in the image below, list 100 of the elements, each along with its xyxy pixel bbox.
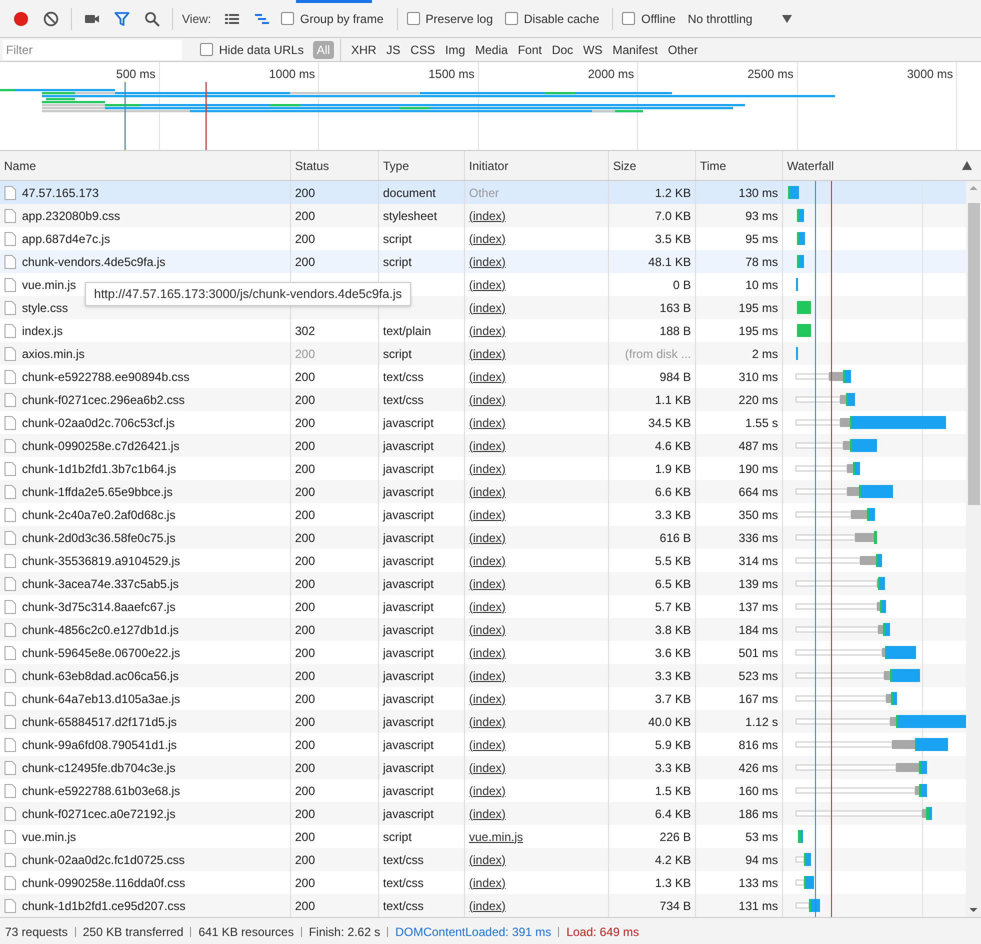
status-code: 200 [295, 462, 316, 476]
status-text: Load: 649 ms [566, 924, 640, 938]
status-code: 200 [295, 232, 316, 246]
size-value: 34.5 KB [648, 416, 691, 430]
status-code: 200 [295, 600, 316, 614]
time-value: 139 ms [738, 576, 778, 590]
file-name: chunk-0990258e.116dda0f.css [22, 876, 186, 890]
resource-type: javascript [383, 484, 434, 498]
file-name: style.css [22, 300, 68, 314]
resource-type: javascript [383, 714, 434, 728]
size-value: 163 B [660, 300, 691, 314]
status-code: 200 [295, 370, 316, 384]
file-name: chunk-f0271cec.296ea6b2.css [22, 392, 185, 406]
time-value: 130 ms [738, 186, 778, 200]
time-tick-label: 1000 ms [268, 66, 316, 81]
time-tick-label: 3000 ms [906, 66, 954, 81]
time-value: 95 ms [745, 232, 778, 246]
url-tooltip: http://47.57.165.173:3000/js/chunk-vendors.4de5c9fa.js [85, 282, 411, 306]
resource-type: text/css [383, 392, 424, 406]
status-code: 200 [295, 830, 316, 844]
time-value: 501 ms [738, 646, 778, 660]
size-value: (from disk ... [624, 346, 691, 360]
size-value: 1.3 KB [654, 876, 691, 890]
size-value: 1.2 KB [654, 186, 691, 200]
status-text: 641 KB resources [198, 924, 294, 938]
resource-type: javascript [383, 646, 434, 660]
size-value: 1.5 KB [654, 784, 691, 798]
resource-type: javascript [383, 692, 434, 706]
file-name: chunk-99a6fd08.790541d1.js [22, 738, 177, 752]
status-code: 200 [295, 438, 316, 452]
status-code: 200 [295, 668, 316, 682]
time-value: 186 ms [738, 806, 778, 820]
time-value: 1.55 s [745, 416, 778, 430]
status-text: 250 KB transferred [82, 924, 184, 938]
file-name: 47.57.165.173 [22, 186, 99, 200]
resource-type: javascript [383, 668, 434, 682]
time-value: 78 ms [745, 254, 778, 268]
size-value: 4.2 KB [654, 852, 691, 866]
size-value: 616 B [660, 530, 691, 544]
resource-type: javascript [383, 554, 434, 568]
file-name: chunk-02aa0d2c.706c53cf.js [22, 416, 175, 430]
file-name: chunk-1ffda2e5.65e9bbce.js [22, 484, 173, 498]
size-value: 3.5 KB [654, 232, 691, 246]
status-code: 200 [295, 254, 316, 268]
status-code: 200 [295, 714, 316, 728]
time-value: 310 ms [738, 370, 778, 384]
time-value: 94 ms [745, 852, 778, 866]
file-name: chunk-f0271cec.a0e72192.js [22, 806, 176, 820]
status-code: 200 [295, 784, 316, 798]
size-value: 40.0 KB [648, 714, 691, 728]
file-name: chunk-35536819.a9104529.js [22, 554, 180, 568]
status-code: 200 [295, 416, 316, 430]
resource-type: script [383, 346, 412, 360]
status-code: 200 [295, 208, 316, 222]
size-value: 3.3 KB [654, 508, 691, 522]
resource-type: javascript [383, 576, 434, 590]
time-value: 160 ms [738, 784, 778, 798]
resource-type: javascript [383, 784, 434, 798]
file-name: app.687d4e7c.js [22, 232, 110, 246]
status-code: 200 [295, 186, 316, 200]
resource-type: javascript [383, 600, 434, 614]
size-value: 7.0 KB [654, 208, 691, 222]
file-name: chunk-1d1b2fd1.ce95d207.css [22, 898, 186, 912]
time-value: 350 ms [738, 508, 778, 522]
time-value: 1.12 s [745, 714, 778, 728]
status-code: 200 [295, 806, 316, 820]
size-value: 6.5 KB [654, 576, 691, 590]
time-value: 167 ms [738, 692, 778, 706]
status-code: 200 [295, 622, 316, 636]
file-name: chunk-c12495fe.db704c3e.js [22, 760, 176, 774]
status-code: 200 [295, 554, 316, 568]
resource-type: javascript [383, 438, 434, 452]
resource-type: javascript [383, 806, 434, 820]
resource-type: javascript [383, 760, 434, 774]
status-text: 73 requests [5, 924, 68, 938]
size-value: 4.6 KB [654, 438, 691, 452]
resource-type: stylesheet [383, 208, 438, 222]
initiator-text: Other [469, 186, 500, 200]
status-code: 200 [295, 346, 316, 360]
size-value: 48.1 KB [648, 254, 691, 268]
resource-type: script [383, 830, 412, 844]
resource-type: script [383, 254, 412, 268]
resource-type: text/css [383, 898, 424, 912]
status-code: 200 [295, 484, 316, 498]
size-value: 6.6 KB [654, 484, 691, 498]
time-value: 314 ms [738, 554, 778, 568]
file-name: chunk-e5922788.ee90894b.css [22, 370, 190, 384]
file-name: chunk-1d1b2fd1.3b7c1b64.js [22, 462, 176, 476]
size-value: 5.5 KB [654, 554, 691, 568]
file-name: chunk-2c40a7e0.2af0d68c.js [22, 508, 176, 522]
file-name: chunk-63eb8dad.ac06ca56.js [22, 668, 179, 682]
file-name: chunk-64a7eb13.d105a3ae.js [22, 692, 180, 706]
time-value: 816 ms [738, 738, 778, 752]
status-code: 200 [295, 852, 316, 866]
time-value: 426 ms [738, 760, 778, 774]
resource-type: text/css [383, 370, 424, 384]
status-code: 200 [295, 692, 316, 706]
resource-type: javascript [383, 738, 434, 752]
time-value: 131 ms [738, 898, 778, 912]
time-value: 190 ms [738, 462, 778, 476]
